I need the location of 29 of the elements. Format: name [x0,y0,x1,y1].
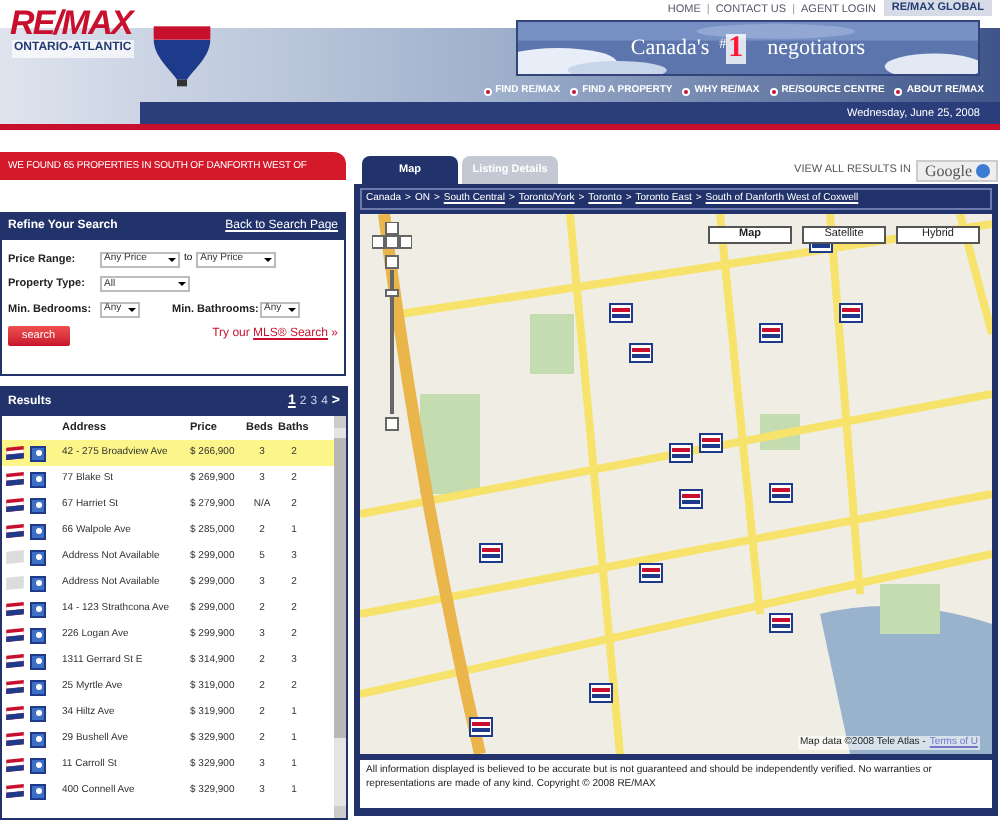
bullet-icon [682,87,691,96]
flag-icon[interactable] [6,706,24,720]
flag-icon[interactable] [6,602,24,616]
flag-icon[interactable] [6,758,24,772]
bullet-icon [570,87,579,96]
banner-text: Canada's [630,33,710,64]
globe-icon [976,164,990,178]
scrollbar[interactable] [334,416,346,818]
banner-text: negotiators [767,33,866,64]
caret-icon [168,258,176,263]
flag-icon[interactable] [6,732,24,746]
caret-icon [128,307,136,312]
caret-icon [264,258,273,263]
flag-icon[interactable] [6,680,24,694]
google-earth-button[interactable]: Google [916,160,998,182]
flag-icon[interactable] [6,472,24,486]
flag-icon[interactable] [6,524,24,538]
logo-text: RE/MAX [10,6,133,40]
flag-icon[interactable] [6,784,24,798]
flag-icon[interactable] [6,498,24,512]
caret-icon [288,307,296,312]
flag-icon[interactable] [6,654,24,668]
bullet-icon [483,87,492,96]
caret-icon [178,282,186,287]
bullet-icon [769,87,778,96]
bullet-icon [894,87,903,96]
scroll-thumb[interactable] [334,437,346,737]
flag-icon[interactable] [6,446,24,460]
flag-icon[interactable] [6,628,24,642]
